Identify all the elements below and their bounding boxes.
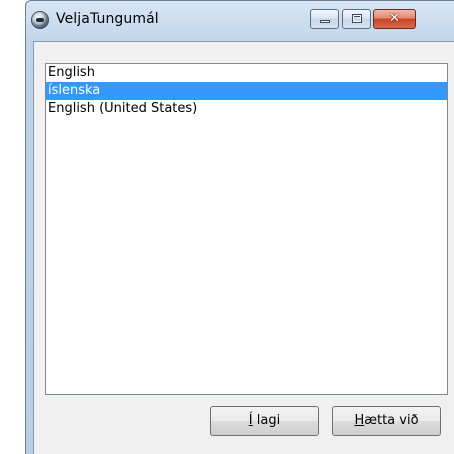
cancel-button-mnemonic: H: [354, 413, 365, 428]
maximize-button[interactable]: [342, 9, 371, 29]
cancel-button[interactable]: Hætta við: [332, 406, 441, 436]
close-button[interactable]: ✕: [373, 9, 416, 29]
language-item-label: íslenska: [48, 83, 101, 98]
close-icon: ✕: [389, 11, 400, 26]
minimize-button[interactable]: [310, 9, 339, 29]
language-item-label: English (United States): [48, 101, 198, 116]
cancel-button-label: ætta við: [364, 413, 419, 428]
language-dialog: VeljaTungumál ✕ English íslenska English…: [25, 0, 454, 454]
language-item-label: English: [48, 65, 95, 80]
title-bar[interactable]: VeljaTungumál ✕: [26, 1, 454, 41]
ok-button-label: lagi: [252, 413, 281, 428]
language-item-islenska[interactable]: íslenska: [46, 82, 447, 100]
maximize-icon: [352, 14, 362, 23]
window-title: VeljaTungumál: [56, 11, 159, 27]
minimize-icon: [320, 20, 330, 23]
language-list[interactable]: English íslenska English (United States): [45, 63, 448, 395]
ok-button[interactable]: Í lagi: [210, 406, 319, 436]
language-item-english[interactable]: English: [46, 64, 447, 82]
language-item-english-united-states[interactable]: English (United States): [46, 100, 447, 118]
phone-icon: [32, 12, 48, 28]
dialog-body: English íslenska English (United States)…: [33, 41, 454, 454]
